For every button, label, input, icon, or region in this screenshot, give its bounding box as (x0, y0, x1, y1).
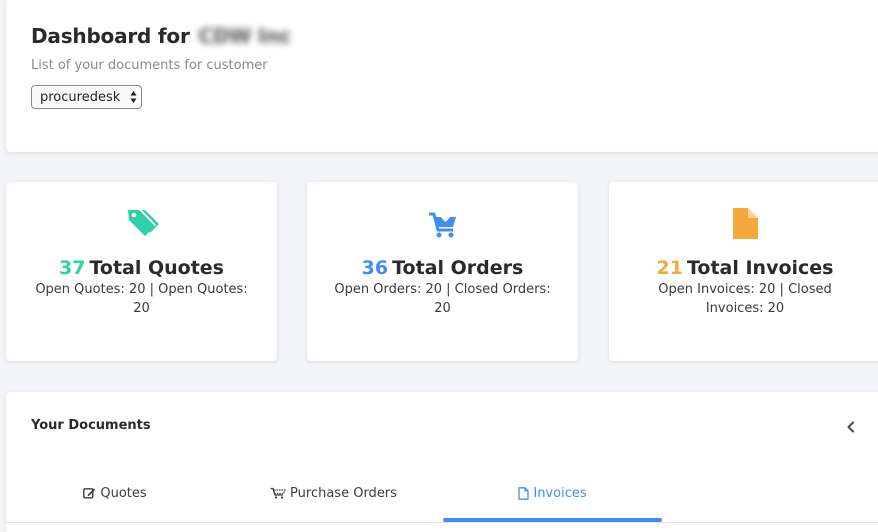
stat-count-orders: 36 (361, 257, 389, 279)
stat-count-quotes: 37 (59, 257, 86, 279)
stat-detail-orders: Open Orders: 20 | Closed Orders: 20 (334, 282, 551, 316)
customer-select-value: procuredesk (40, 89, 121, 105)
stat-card-invoices: 21 Total Invoices Open Invoices: 20 | Clo… (609, 182, 878, 361)
stat-count-invoices: 21 (656, 257, 683, 279)
file-outline-icon (518, 486, 530, 500)
page-title-prefix: Dashboard for (31, 24, 190, 48)
stat-detail-invoices: Open Invoices: 20 | Closed Invoices: 20 (658, 282, 832, 316)
tab-purchase-orders[interactable]: Purchase Orders (224, 472, 443, 514)
stat-heading-orders: 36 Total Orders (307, 257, 578, 279)
tab-invoices-label: Invoices (533, 485, 587, 501)
customer-select[interactable]: procuredesk (31, 85, 142, 109)
page-subtitle: List of your documents for customer (31, 58, 268, 73)
file-icon (733, 208, 758, 239)
stat-label-quotes: Total Quotes (89, 257, 224, 279)
cart-icon (270, 487, 286, 499)
chevron-left-icon[interactable] (844, 420, 858, 434)
tab-quotes[interactable]: Quotes (6, 472, 224, 514)
stat-card-orders: 36 Total Orders Open Orders: 20 | Closed … (307, 182, 578, 361)
tab-quotes-label: Quotes (100, 485, 147, 501)
customer-name-blurred: CDW Inc (198, 24, 291, 48)
documents-tabs: Quotes Purchase Orders Invoices (6, 472, 878, 523)
tags-icon (127, 210, 159, 236)
cart-download-icon (428, 208, 456, 238)
tab-purchase-orders-label: Purchase Orders (290, 485, 397, 501)
stat-heading-invoices: 21 Total Invoices (609, 257, 878, 279)
stat-label-orders: Total Orders (392, 257, 524, 279)
header-card: Dashboard for CDW Inc List of your docum… (6, 0, 878, 152)
tabs-divider (6, 522, 878, 523)
tab-invoices[interactable]: Invoices (443, 472, 662, 514)
page-title: Dashboard for CDW Inc (31, 24, 291, 48)
edit-icon (83, 488, 96, 499)
stat-label-invoices: Total Invoices (686, 257, 834, 279)
stat-heading-quotes: 37 Total Quotes (6, 257, 277, 279)
stat-detail-quotes: Open Quotes: 20 | Open Quotes: 20 (35, 282, 248, 316)
select-arrows-icon (130, 91, 137, 103)
stat-card-quotes: 37 Total Quotes Open Quotes: 20 | Open Qu… (6, 182, 277, 361)
documents-title: Your Documents (31, 418, 151, 433)
documents-card: Your Documents Quotes Purchase Orders In… (6, 392, 878, 532)
